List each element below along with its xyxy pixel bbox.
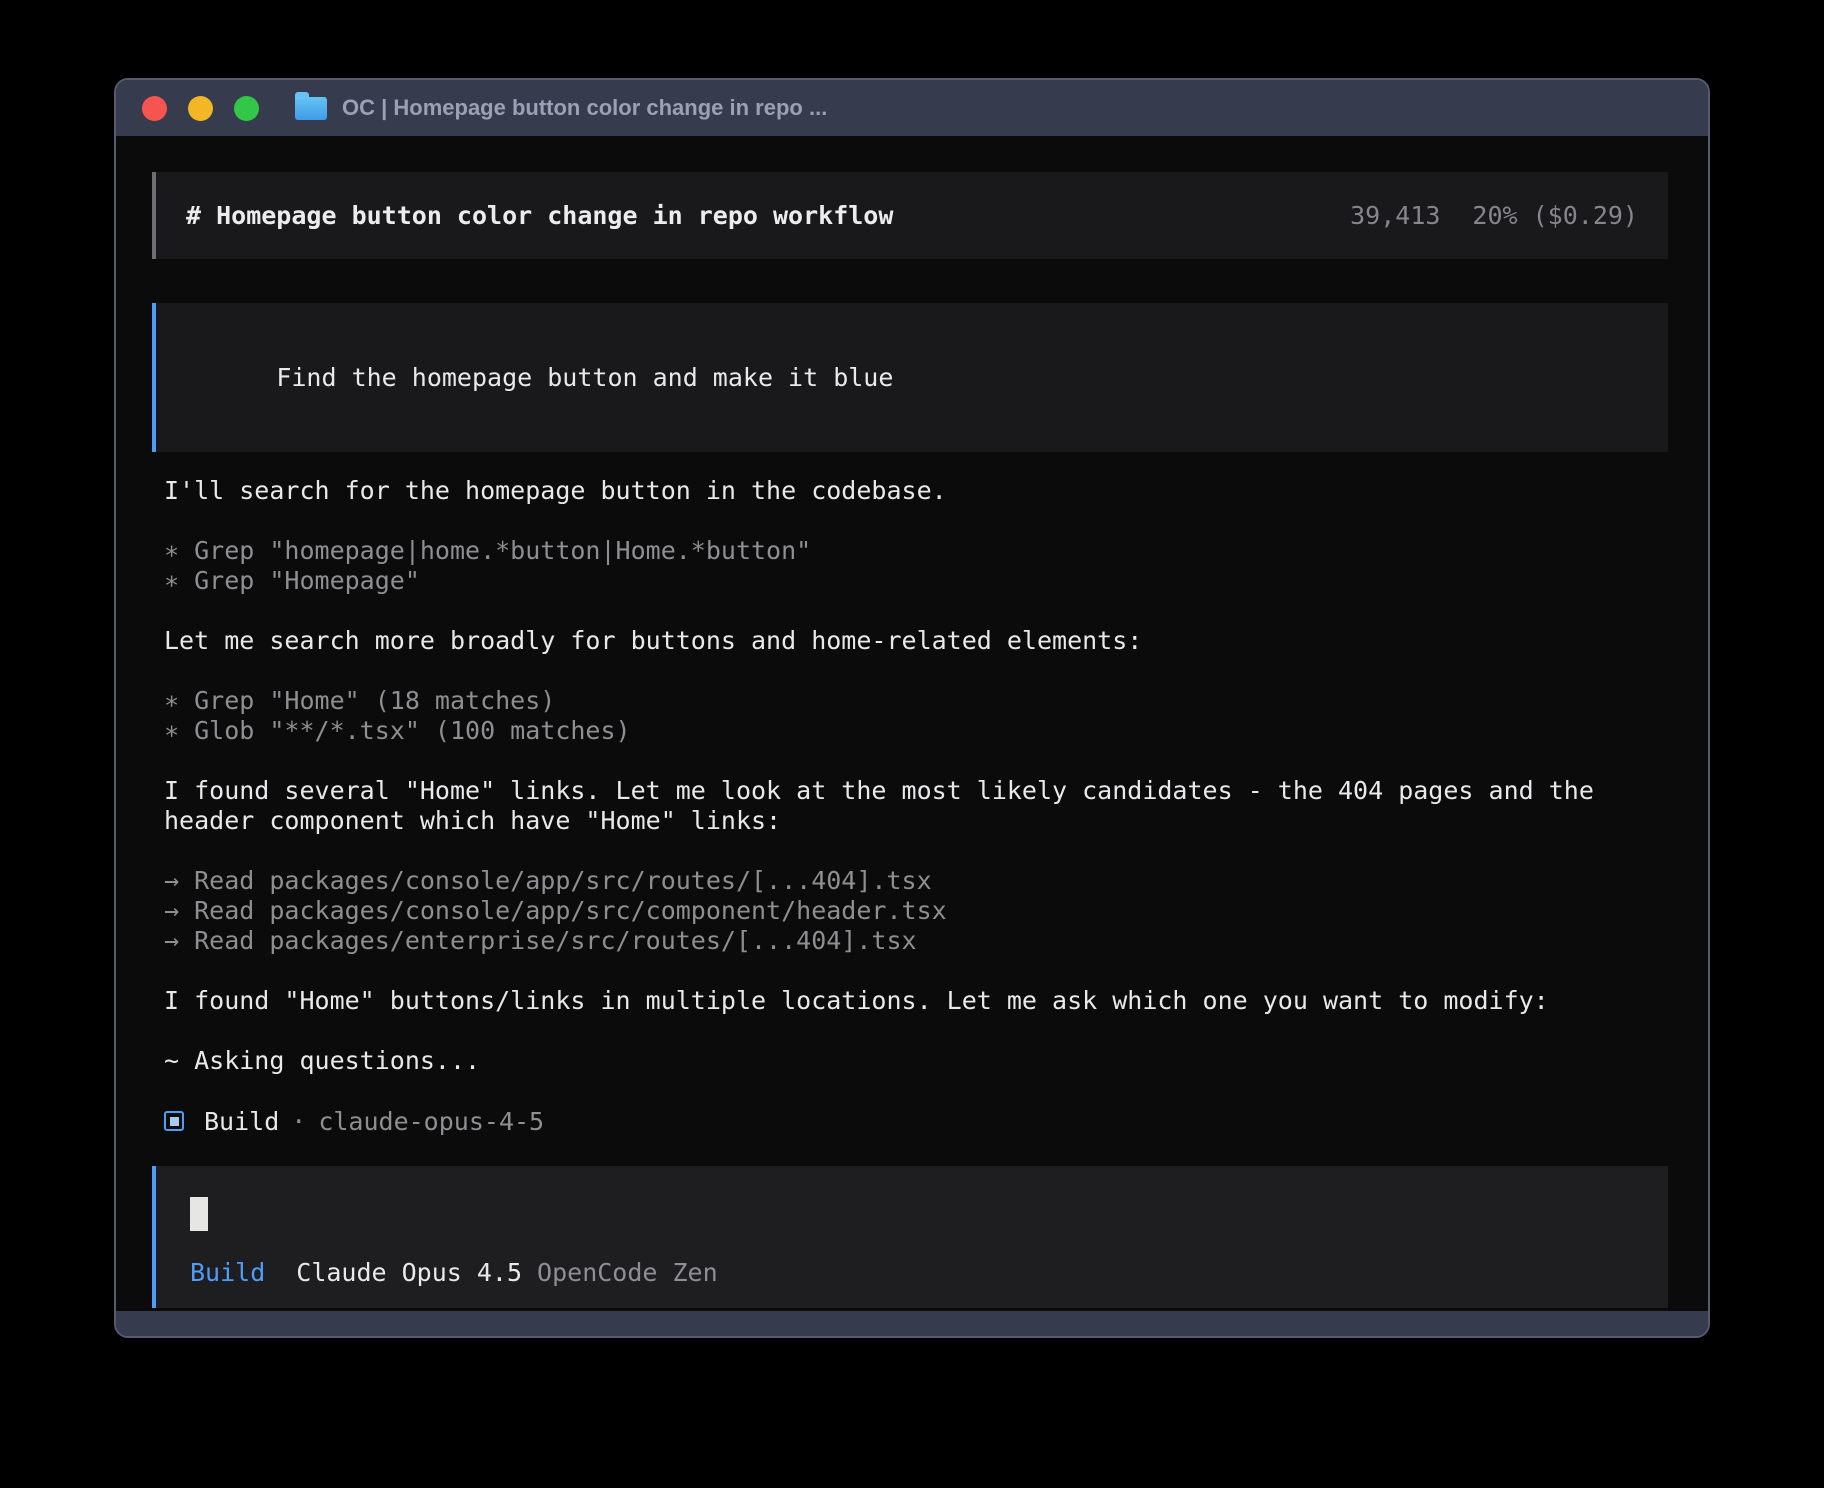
prompt-input[interactable]: Build Claude Opus 4.5 OpenCode Zen bbox=[152, 1166, 1668, 1308]
tool-call-grep: ∗ Grep "Homepage" bbox=[164, 566, 1668, 596]
window-titlebar: OC | Homepage button color change in rep… bbox=[116, 80, 1708, 136]
window-bottom-bar bbox=[116, 1311, 1708, 1336]
session-header: # Homepage button color change in repo w… bbox=[152, 172, 1668, 259]
transcript-line: I found "Home" buttons/links in multiple… bbox=[164, 986, 1668, 1016]
transcript-line: header component which have "Home" links… bbox=[164, 806, 1668, 836]
model-name: claude-opus-4-5 bbox=[318, 1107, 544, 1136]
text-cursor bbox=[190, 1197, 208, 1231]
transcript-line bbox=[164, 836, 1668, 866]
prompt-model-label: Claude Opus 4.5 bbox=[296, 1258, 522, 1288]
terminal-content: # Homepage button color change in repo w… bbox=[116, 136, 1708, 1311]
assistant-transcript: I'll search for the homepage button in t… bbox=[152, 476, 1668, 1076]
transcript-line: I'll search for the homepage button in t… bbox=[164, 476, 1668, 506]
agent-name: Build bbox=[204, 1107, 279, 1136]
session-stats: 39,413 20% ($0.29) bbox=[1350, 201, 1638, 230]
tool-call-grep: ∗ Grep "homepage|home.*button|Home.*butt… bbox=[164, 536, 1668, 566]
transcript-line bbox=[164, 746, 1668, 776]
context-usage: 20% ($0.29) bbox=[1472, 201, 1638, 230]
tool-call-read: → Read packages/enterprise/src/routes/[.… bbox=[164, 926, 1668, 956]
zoom-button[interactable] bbox=[234, 96, 259, 121]
transcript-line bbox=[164, 506, 1668, 536]
prompt-agent-label: Build bbox=[190, 1258, 265, 1288]
agent-status-row: Build · claude-opus-4-5 bbox=[152, 1106, 1668, 1136]
tool-call-read: → Read packages/console/app/src/routes/[… bbox=[164, 866, 1668, 896]
prompt-meta: Build Claude Opus 4.5 OpenCode Zen bbox=[190, 1258, 1638, 1288]
session-title: # Homepage button color change in repo w… bbox=[186, 201, 893, 230]
window-title: OC | Homepage button color change in rep… bbox=[342, 95, 827, 121]
close-button[interactable] bbox=[142, 96, 167, 121]
terminal-window: OC | Homepage button color change in rep… bbox=[114, 78, 1710, 1338]
dot-separator: · bbox=[291, 1107, 306, 1136]
folder-icon bbox=[295, 97, 327, 120]
user-message: Find the homepage button and make it blu… bbox=[152, 303, 1668, 452]
build-agent-icon bbox=[164, 1111, 184, 1131]
prompt-provider-label: OpenCode Zen bbox=[537, 1258, 718, 1288]
status-asking-questions: ~ Asking questions... bbox=[164, 1046, 1668, 1076]
transcript-line bbox=[164, 1016, 1668, 1046]
tool-call-read: → Read packages/console/app/src/componen… bbox=[164, 896, 1668, 926]
minimize-button[interactable] bbox=[188, 96, 213, 121]
transcript-line bbox=[164, 596, 1668, 626]
transcript-line: Let me search more broadly for buttons a… bbox=[164, 626, 1668, 656]
tool-call-grep: ∗ Grep "Home" (18 matches) bbox=[164, 686, 1668, 716]
transcript-line bbox=[164, 656, 1668, 686]
tool-call-glob: ∗ Glob "**/*.tsx" (100 matches) bbox=[164, 716, 1668, 746]
transcript-line: I found several "Home" links. Let me loo… bbox=[164, 776, 1668, 806]
transcript-line bbox=[164, 956, 1668, 986]
user-message-text: Find the homepage button and make it blu… bbox=[276, 363, 893, 392]
token-count: 39,413 bbox=[1350, 201, 1440, 230]
